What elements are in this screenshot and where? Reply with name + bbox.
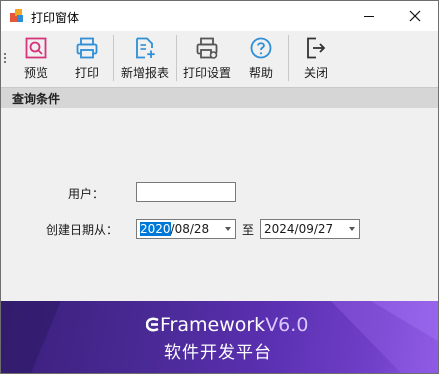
- print-button[interactable]: 打印: [69, 31, 105, 86]
- toolbar: 预览 打印 新增报表 打印设置 帮助 关闭: [1, 31, 438, 86]
- help-icon: [250, 37, 272, 59]
- new-report-button[interactable]: 新增报表: [118, 31, 172, 86]
- preview-icon: [25, 37, 47, 59]
- chevron-down-icon[interactable]: [225, 227, 231, 231]
- brand-banner: FrameworkV6.0 软件开发平台: [1, 301, 438, 373]
- query-panel: [1, 108, 438, 300]
- user-label: 用户：: [68, 187, 105, 201]
- close-icon: [409, 10, 421, 22]
- print-label: 打印: [74, 66, 99, 80]
- brand-logo-icon: [145, 317, 159, 332]
- minimize-button[interactable]: [346, 1, 392, 31]
- printer-icon: [76, 37, 98, 59]
- date-to-picker[interactable]: 2024/09/27: [260, 219, 360, 239]
- preview-button[interactable]: 预览: [18, 31, 54, 86]
- brand-version: V6.0: [265, 314, 309, 336]
- date-from-picker[interactable]: 2020/08/28: [136, 219, 236, 239]
- print-settings-label: 打印设置: [182, 66, 231, 80]
- exit-icon: [307, 37, 326, 59]
- help-label: 帮助: [248, 66, 273, 80]
- new-report-label: 新增报表: [120, 66, 169, 80]
- exit-label: 关闭: [303, 66, 328, 80]
- preview-label: 预览: [23, 66, 48, 80]
- brand-slogan: 软件开发平台: [164, 343, 272, 363]
- date-from-rest: /08/28: [170, 222, 210, 236]
- app-icon: [10, 9, 24, 23]
- toolbar-grip[interactable]: [4, 53, 6, 65]
- chevron-down-icon[interactable]: [349, 227, 355, 231]
- minimize-icon: [364, 16, 374, 17]
- new-report-icon: [136, 37, 155, 59]
- brand-text: Framework: [160, 314, 266, 336]
- section-title: 查询条件: [12, 92, 61, 106]
- query-section-header: 查询条件: [1, 87, 438, 108]
- title-bar: 打印窗体: [1, 1, 438, 31]
- toolbar-separator: [113, 35, 114, 81]
- date-from-label: 创建日期从：: [46, 223, 119, 237]
- print-window: 打印窗体 预览 打印 新增报表 打印设置 帮助 关闭 查询条件 用户： 创建日期…: [0, 0, 439, 374]
- date-from-year-selected: 2020: [140, 222, 171, 236]
- date-from-value: 2020/08/28: [140, 222, 209, 236]
- print-settings-icon: [196, 37, 218, 59]
- help-button[interactable]: 帮助: [243, 31, 279, 86]
- user-input[interactable]: [136, 182, 236, 202]
- exit-button[interactable]: 关闭: [298, 31, 334, 86]
- brand-name: FrameworkV6.0: [145, 314, 309, 336]
- toolbar-separator: [176, 35, 177, 81]
- date-to-value: 2024/09/27: [264, 222, 334, 236]
- close-button[interactable]: [392, 1, 438, 31]
- date-to-label: 至: [242, 223, 255, 237]
- window-title: 打印窗体: [31, 11, 80, 25]
- toolbar-separator: [288, 35, 289, 81]
- print-settings-button[interactable]: 打印设置: [180, 31, 234, 86]
